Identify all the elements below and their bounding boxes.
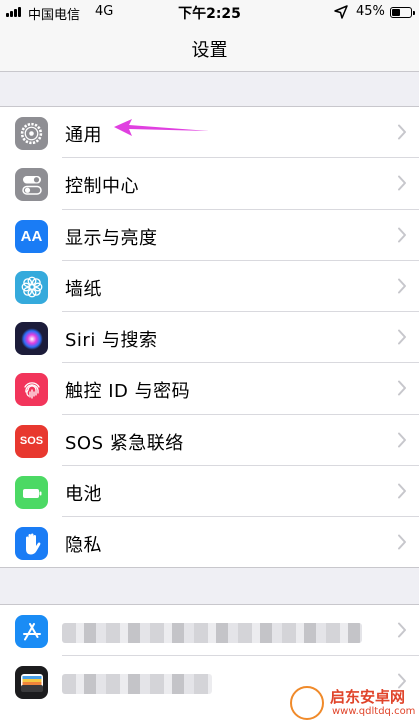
hand-icon (15, 527, 48, 561)
settings-item-fingerprint[interactable]: 触控 ID 与密码 (0, 363, 419, 415)
status-bar: 中国电信 4G 下午2:25 45% (0, 0, 419, 24)
settings-list: 通用控制中心 AA 显示与亮度墙纸 Siri 与搜索触控 ID 与密码 SOS SOS 紧… (0, 106, 419, 568)
settings-item-gear[interactable]: 通用 (0, 107, 419, 159)
settings-item-label: 墙纸 (65, 278, 102, 300)
text-size-icon: AA (15, 219, 48, 253)
toggles-icon (15, 168, 48, 202)
siri-icon (15, 322, 48, 356)
chevron-right-icon (398, 278, 406, 294)
settings-item-text-size[interactable]: AA 显示与亮度 (0, 210, 419, 261)
settings-item-label: 控制中心 (65, 176, 139, 198)
chevron-right-icon (398, 175, 406, 191)
redacted-label (62, 623, 362, 643)
watermark-logo: 启东安卓网 www.qdltdq.com (290, 682, 419, 722)
wallet-icon (15, 666, 48, 700)
battery-percent: 45% (356, 4, 385, 19)
watermark-url: www.qdltdq.com (332, 706, 416, 717)
settings-item-flower[interactable]: 墙纸 (0, 261, 419, 313)
chevron-right-icon (398, 227, 406, 243)
settings-item-battery[interactable]: 电池 (0, 466, 419, 518)
battery-icon (15, 476, 48, 510)
navigation-bar: 设置 (0, 24, 419, 72)
watermark-logo-icon (290, 686, 324, 720)
chevron-right-icon (398, 483, 406, 499)
chevron-right-icon (398, 534, 406, 550)
app-store-icon (15, 615, 48, 648)
chevron-right-icon (398, 622, 406, 638)
page-title: 设置 (191, 40, 228, 61)
gear-icon (15, 117, 48, 150)
settings-item-label: 显示与亮度 (65, 227, 158, 249)
settings-item-label: 通用 (65, 125, 102, 146)
annotation-arrow-icon (114, 119, 209, 136)
settings-item-toggles[interactable]: 控制中心 (0, 158, 419, 210)
chevron-right-icon (398, 432, 406, 448)
flower-icon (15, 270, 48, 304)
icon-glyph: AA (20, 227, 43, 245)
watermark-title: 启东安卓网 (330, 688, 406, 706)
battery-status-icon (390, 7, 415, 18)
settings-item-app-store[interactable] (0, 605, 419, 657)
settings-item-label: 隐私 (65, 535, 102, 557)
settings-item-siri[interactable]: Siri 与搜索 (0, 312, 419, 364)
chevron-right-icon (398, 124, 406, 140)
chevron-right-icon (398, 329, 406, 345)
settings-item-label: SOS 紧急联络 (65, 432, 184, 454)
settings-item-label: 触控 ID 与密码 (65, 381, 191, 403)
chevron-right-icon (398, 380, 406, 396)
settings-item-sos[interactable]: SOS SOS 紧急联络 (0, 415, 419, 467)
settings-item-label: 电池 (65, 484, 102, 506)
icon-glyph: SOS (19, 435, 44, 448)
settings-item-hand[interactable]: 隐私 (0, 517, 419, 568)
fingerprint-icon (15, 373, 48, 407)
location-arrow-icon (334, 5, 348, 19)
redacted-label (62, 674, 212, 695)
sos-icon: SOS (15, 424, 48, 458)
settings-item-label: Siri 与搜索 (65, 330, 158, 352)
